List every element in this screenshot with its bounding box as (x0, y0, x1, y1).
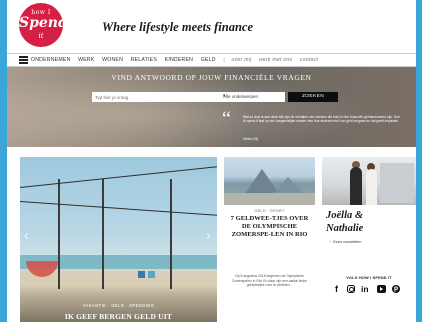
carousel-next-icon[interactable]: › (206, 227, 211, 243)
nav-item-werk-met-ons[interactable]: werk met ons (259, 55, 292, 65)
follow-label: VOLG HOW I SPEND IT (346, 276, 392, 280)
rio-article-meta: GELD · SPORT (254, 209, 285, 213)
nav-items: ONDERNEMEN WERK WONEN RELATIES KINDEREN … (31, 55, 324, 65)
feature-article-card[interactable]: ‹ › VAKANTIE · GELD · SPENDING IK GEEF B… (20, 157, 217, 322)
rio-article-title[interactable]: 7 GELDWEE-TJES OVER DE OLYMPISCHE ZOMERS… (230, 215, 309, 238)
rio-image-city (224, 193, 315, 205)
introduce-link-label: Even voorstellen (333, 240, 362, 244)
profile-name: Joëlla & Nathalie (326, 209, 363, 235)
logo-line-2: Spend (19, 15, 68, 31)
chevron-down-icon: ▾ (223, 93, 226, 99)
logo-line-3: it (38, 32, 44, 40)
search-banner: VIND ANTWOORD OP JOUW FINANCIËLE VRAGEN … (7, 67, 416, 147)
search-input[interactable] (92, 92, 222, 102)
nav-item-contact[interactable]: contact (300, 55, 318, 65)
nav-separator: | (223, 57, 225, 63)
feature-image-chair (138, 271, 145, 278)
linkedin-icon[interactable]: in (361, 283, 369, 295)
profile-photo-building (380, 163, 414, 203)
feature-image-chair (148, 271, 155, 278)
feature-image-post (58, 179, 60, 289)
main-nav: ONDERNEMEN WERK WONEN RELATIES KINDEREN … (7, 53, 416, 67)
introduce-link[interactable]: › Even voorstellen (330, 240, 361, 244)
profile-photo-person (350, 167, 362, 205)
pinterest-icon[interactable]: p (392, 285, 400, 293)
instagram-icon[interactable] (347, 285, 355, 293)
testimonial-text: Wat zo leuk is aan deze site zijn de ver… (243, 115, 400, 124)
hamburger-icon[interactable] (19, 56, 28, 64)
youtube-icon[interactable] (377, 285, 386, 293)
rio-article-card[interactable]: GELD · SPORT 7 GELDWEE-TJES OVER DE OLYM… (224, 157, 315, 322)
feature-image-post (102, 179, 104, 289)
profile-card: Joëlla & Nathalie › Even voorstellen VOLG… (322, 157, 416, 322)
testimonial-author: Dieke (29) (243, 137, 259, 141)
site-logo[interactable]: how I Spend it (19, 3, 68, 47)
nav-item-ondernemen[interactable]: ONDERNEMEN (31, 55, 70, 65)
category-select[interactable]: Alle onderwerpen ▾ (219, 92, 285, 102)
feature-article-meta: VAKANTIE · GELD · SPENDING (82, 303, 155, 308)
profile-name-line-1: Joëlla & (326, 210, 364, 221)
search-button[interactable]: ZOEKEN (288, 92, 338, 102)
profile-name-line-2: Nathalie (326, 223, 364, 234)
feature-image-post (170, 179, 172, 289)
feature-article-title[interactable]: IK GEEF BERGEN GELD UIT (20, 312, 217, 321)
quote-icon: “ (222, 108, 231, 130)
social-icons: f in p (335, 283, 411, 295)
profile-photo-person (366, 169, 377, 205)
site-header: how I Spend it Where lifestyle meets fin… (7, 0, 416, 50)
nav-item-werk[interactable]: WERK (78, 55, 94, 65)
page: how I Spend it Where lifestyle meets fin… (7, 0, 416, 322)
profile-photo (322, 157, 416, 205)
nav-item-wonen[interactable]: WONEN (102, 55, 123, 65)
facebook-icon[interactable]: f (335, 283, 338, 295)
rio-article-image (224, 157, 315, 205)
nav-item-kinderen[interactable]: KINDEREN (165, 55, 193, 65)
chevron-right-icon: › (330, 240, 332, 244)
site-tagline: Where lifestyle meets finance (102, 20, 254, 34)
banner-title: VIND ANTWOORD OP JOUW FINANCIËLE VRAGEN (111, 73, 312, 82)
nav-item-relaties[interactable]: RELATIES (131, 55, 157, 65)
nav-item-over-mij[interactable]: over mij (232, 55, 252, 65)
carousel-prev-icon[interactable]: ‹ (24, 227, 29, 243)
nav-item-geld[interactable]: GELD (201, 55, 216, 65)
rio-article-excerpt: Op 5 augustus 2016 beginnen de Olympisch… (231, 274, 307, 288)
